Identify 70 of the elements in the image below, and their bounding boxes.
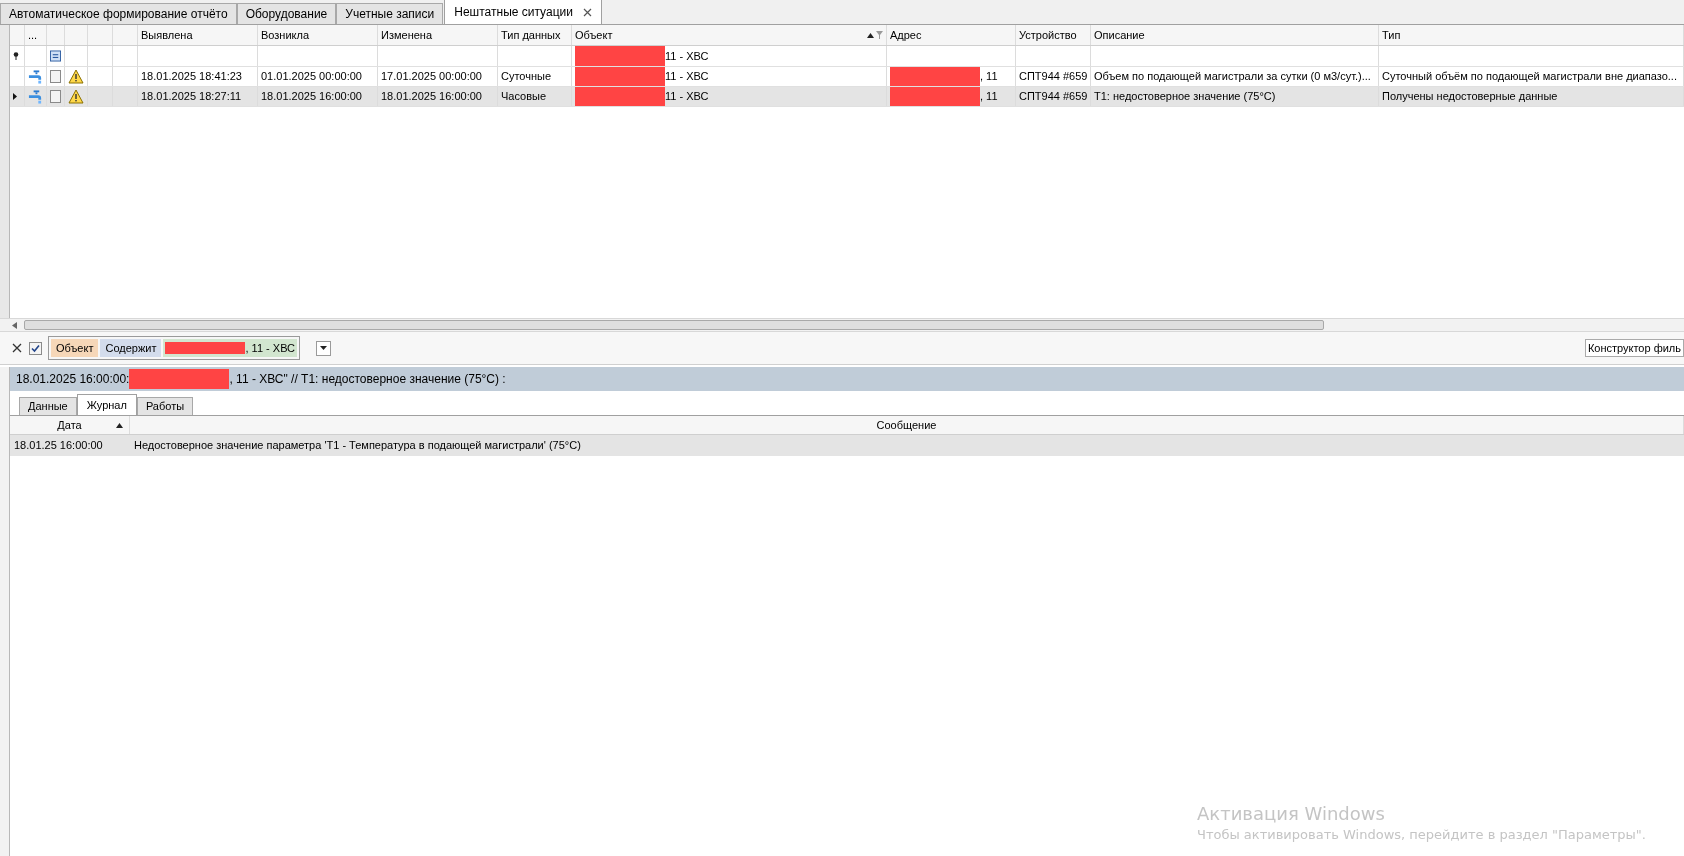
- checkbox[interactable]: [50, 90, 61, 103]
- table-cell-text: 18.01.25 16:00:00: [14, 438, 103, 454]
- column-header[interactable]: Сообщение: [130, 416, 1684, 434]
- detail-title: 18.01.2025 16:00:00:: [16, 371, 130, 388]
- column-header[interactable]: ...: [28, 26, 38, 44]
- filter-operator-chip[interactable]: Содержит: [100, 339, 162, 357]
- table-row[interactable]: 18.01.2025 18:27:11 18.01.2025 16:00:00 18.01.2025 16:00:00 Часовые 11 - ХВС , 11 СПТ944 #659 Т1: недостоверное значение (75°С) Получены недостоверные данные: [10, 87, 1684, 107]
- table-cell-text: , 11: [980, 69, 998, 85]
- close-icon[interactable]: [582, 7, 592, 17]
- filter-icon[interactable]: [876, 31, 883, 39]
- activation-title: Активация Windows: [1197, 802, 1386, 826]
- filter-value[interactable]: 11 - ХВС: [665, 47, 709, 65]
- column-header[interactable]: Выявлена: [138, 25, 258, 45]
- table-cell-text: 17.01.2025 00:00:00: [381, 69, 482, 85]
- table-cell-text: Т1: недостоверное значение (75°С): [1094, 89, 1276, 105]
- pin-icon: [13, 52, 19, 60]
- column-header[interactable]: Возникла: [258, 25, 378, 45]
- table-cell-text: 11 - ХВС: [665, 69, 709, 85]
- table-cell-text: 18.01.2025 16:00:00: [381, 89, 482, 105]
- table-row[interactable]: 18.01.2025 18:41:23 01.01.2025 00:00:00 17.01.2025 00:00:00 Суточные 11 - ХВС , 11 СПТ944 #659 Объем по подающей магистрали за сутки (0 м3/сут.)... Суточный объём по подающей магистрали вне диапазо...: [10, 67, 1684, 87]
- filter-condition-icon[interactable]: [50, 50, 61, 62]
- table-cell-text: 11 - ХВС: [665, 89, 709, 105]
- table-cell-text: СПТ944 #659: [1019, 89, 1088, 105]
- table-cell-text: 18.01.2025 18:41:23: [141, 69, 242, 85]
- scroll-left-icon[interactable]: [12, 321, 17, 329]
- faucet-icon: [28, 88, 43, 105]
- column-header[interactable]: Адрес: [887, 25, 1016, 45]
- tab[interactable]: Нештатные ситуации: [444, 0, 602, 24]
- sort-ascending-icon: [116, 422, 123, 428]
- column-header[interactable]: Дата: [10, 416, 130, 434]
- filter-field-chip[interactable]: Объект: [51, 339, 99, 357]
- clear-filter-icon[interactable]: [12, 343, 22, 353]
- table-row[interactable]: 18.01.25 16:00:00 Недостоверное значение параметра 'Т1 - Температура в подающей магистрали' (75°С): [10, 435, 1684, 456]
- table-cell-text: Получены недостоверные данные: [1382, 89, 1558, 105]
- activation-text: Чтобы активировать Windows, перейдите в раздел "Параметры".: [1197, 826, 1646, 844]
- table-cell-text: Суточные: [501, 69, 552, 85]
- table-cell-text: Недостоверное значение параметра 'Т1 - Температура в подающей магистрали' (75°С): [134, 438, 581, 454]
- tab[interactable]: Данные: [19, 397, 77, 415]
- warning-icon: [68, 69, 84, 84]
- table-cell-text: Объем по подающей магистрали за сутки (0 м3/сут.)...: [1094, 69, 1371, 85]
- column-header[interactable]: Тип: [1379, 25, 1684, 45]
- column-header[interactable]: Описание: [1091, 25, 1379, 45]
- column-header[interactable]: Устройство: [1016, 25, 1091, 45]
- dropdown-button[interactable]: [316, 340, 332, 356]
- faucet-icon: [28, 68, 43, 85]
- checkbox[interactable]: [29, 341, 42, 355]
- checkbox[interactable]: [50, 70, 61, 83]
- sort-ascending-icon: [867, 32, 874, 38]
- table-cell-text: 18.01.2025 18:27:11: [141, 89, 242, 105]
- table-cell-text: 18.01.2025 16:00:00: [261, 89, 362, 105]
- tab[interactable]: Работы: [136, 397, 194, 415]
- table-cell-text: 01.01.2025 00:00:00: [261, 69, 362, 85]
- filter-value-chip[interactable]: , 11 - ХВС: [163, 339, 298, 357]
- tab[interactable]: Учетные записи: [336, 3, 444, 24]
- filter-builder-button[interactable]: Конструктор филь: [1584, 339, 1684, 357]
- table-cell-text: СПТ944 #659: [1019, 69, 1088, 85]
- scrollbar-thumb[interactable]: [24, 320, 1324, 330]
- tab[interactable]: Оборудование: [236, 3, 337, 24]
- detail-title: , 11 - ХВС" // Т1: недостоверное значение (75°С) :: [229, 371, 506, 388]
- tab[interactable]: Автоматическое формирование отчёто: [0, 3, 237, 24]
- table-cell-text: Суточный объём по подающей магистрали вне диапазо...: [1382, 69, 1677, 85]
- column-header[interactable]: Изменена: [378, 25, 498, 45]
- warning-icon: [68, 89, 84, 104]
- column-header[interactable]: Объект: [572, 25, 887, 45]
- caret-icon: [320, 346, 328, 350]
- row-pointer-icon: [13, 93, 17, 100]
- tab[interactable]: Журнал: [76, 394, 137, 415]
- table-cell-text: Часовые: [501, 89, 547, 105]
- table-cell-text: , 11: [980, 89, 998, 105]
- column-header[interactable]: Тип данных: [498, 25, 572, 45]
